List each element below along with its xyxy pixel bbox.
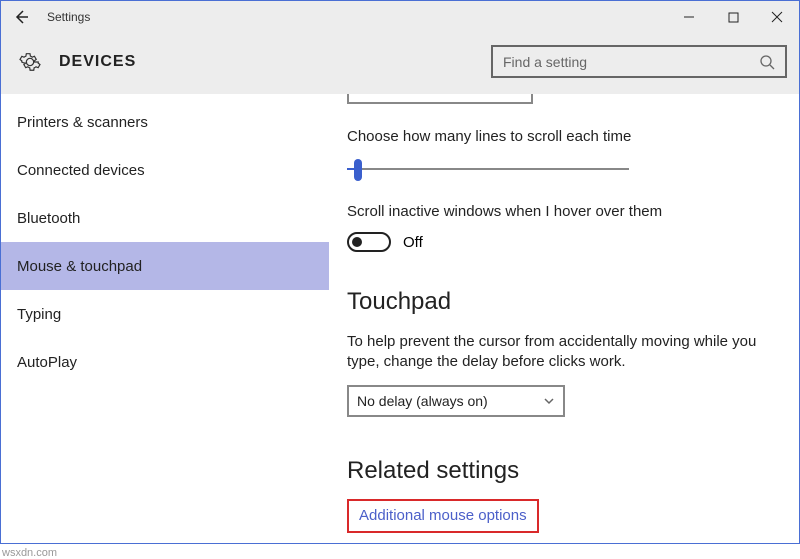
- sidebar-item-mouse-touchpad[interactable]: Mouse & touchpad: [1, 242, 329, 290]
- inactive-scroll-toggle[interactable]: [347, 232, 391, 252]
- touchpad-body: To help prevent the cursor from accident…: [347, 332, 773, 373]
- related-settings-heading: Related settings: [347, 457, 773, 485]
- minimize-icon: [683, 11, 695, 23]
- inactive-scroll-label: Scroll inactive windows when I hover ove…: [347, 203, 773, 220]
- section-title: DEVICES: [59, 53, 136, 71]
- touchpad-delay-value: No delay (always on): [357, 393, 488, 409]
- sidebar-item-autoplay[interactable]: AutoPlay: [1, 338, 329, 386]
- sidebar-item-connected-devices[interactable]: Connected devices: [1, 146, 329, 194]
- maximize-icon: [728, 12, 739, 23]
- watermark: wsxdn.com: [2, 547, 57, 559]
- inactive-scroll-state: Off: [403, 234, 423, 251]
- back-button[interactable]: [1, 1, 41, 33]
- sidebar: Printers & scanners Connected devices Bl…: [1, 94, 329, 543]
- content-panel: Choose how many lines to scroll each tim…: [329, 94, 799, 543]
- window-title: Settings: [47, 10, 90, 24]
- arrow-left-icon: [12, 8, 30, 26]
- close-button[interactable]: [755, 1, 799, 33]
- touchpad-heading: Touchpad: [347, 288, 773, 316]
- sidebar-item-bluetooth[interactable]: Bluetooth: [1, 194, 329, 242]
- search-input[interactable]: Find a setting: [491, 45, 787, 78]
- chevron-down-icon: [543, 395, 555, 407]
- scroll-lines-slider[interactable]: [347, 159, 629, 179]
- dropdown-partial[interactable]: [347, 94, 533, 104]
- gear-icon: [19, 51, 41, 73]
- touchpad-delay-dropdown[interactable]: No delay (always on): [347, 385, 565, 417]
- scroll-lines-label: Choose how many lines to scroll each tim…: [347, 128, 773, 145]
- minimize-button[interactable]: [667, 1, 711, 33]
- highlight-box: Additional mouse options: [347, 499, 539, 533]
- search-icon: [759, 54, 775, 70]
- sidebar-item-printers[interactable]: Printers & scanners: [1, 98, 329, 146]
- additional-mouse-options-link[interactable]: Additional mouse options: [359, 507, 527, 524]
- search-placeholder: Find a setting: [503, 54, 759, 70]
- maximize-button[interactable]: [711, 1, 755, 33]
- close-icon: [771, 11, 783, 23]
- slider-thumb[interactable]: [354, 159, 362, 181]
- sidebar-item-typing[interactable]: Typing: [1, 290, 329, 338]
